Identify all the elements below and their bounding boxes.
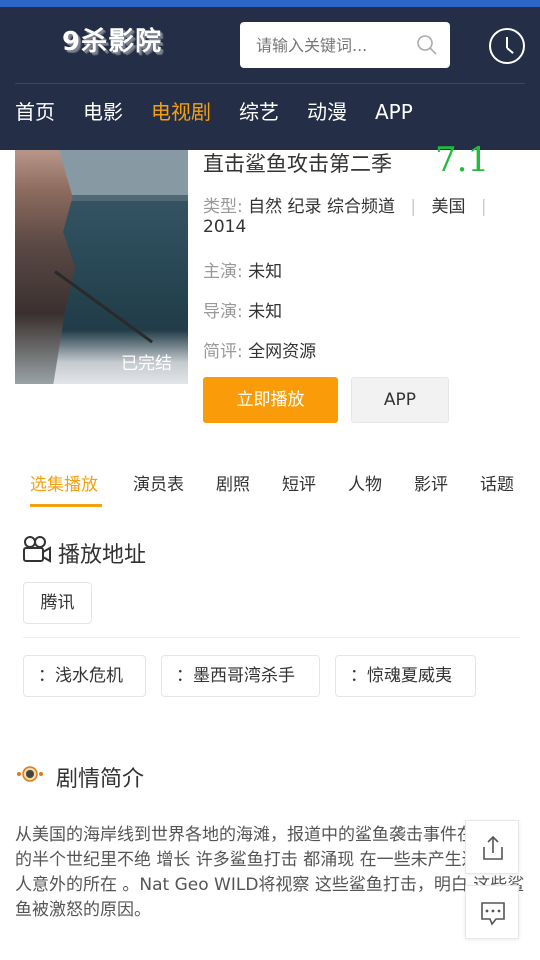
nav-item-anime[interactable]: 动漫 bbox=[307, 95, 347, 129]
actors-value: 未知 bbox=[248, 262, 283, 282]
synopsis-title: 剧情简介 bbox=[56, 767, 145, 792]
tab-characters[interactable]: 人物 bbox=[348, 470, 382, 495]
synopsis-text: 从美国的海岸线到世界各地的海滩，报道中的鲨鱼袭击事件在已往 的半个世纪里不绝 增… bbox=[15, 825, 525, 920]
comment-icon bbox=[481, 902, 505, 926]
review-label: 简评: bbox=[203, 342, 243, 362]
episode-button[interactable]: ：惊魂夏威夷 bbox=[335, 655, 476, 697]
separator: | bbox=[480, 197, 487, 217]
play-section-title: 播放地址 bbox=[58, 543, 147, 568]
history-clock-icon[interactable] bbox=[489, 28, 525, 64]
actors-row: 主演: 未知 bbox=[203, 257, 282, 282]
nav-item-home[interactable]: 首页 bbox=[15, 95, 55, 129]
content-tabs: 选集播放 演员表 剧照 短评 人物 影评 话题 bbox=[0, 462, 540, 508]
type-value[interactable]: 自然 纪录 综合频道 bbox=[248, 197, 395, 217]
separator: | bbox=[410, 197, 417, 217]
year-row: 2014 bbox=[203, 217, 246, 237]
show-title: 直击鲨鱼攻击第二季 bbox=[203, 152, 392, 176]
search-icon[interactable] bbox=[416, 34, 438, 56]
nav-item-tv[interactable]: 电视剧 bbox=[151, 95, 211, 129]
director-value: 未知 bbox=[248, 302, 283, 322]
comment-button[interactable] bbox=[465, 885, 519, 939]
episode-button[interactable]: ：墨西哥湾杀手 bbox=[161, 655, 320, 697]
poster-status-badge: 已完结 bbox=[121, 354, 172, 374]
main-nav: 首页 电影 电视剧 综艺 动漫 APP bbox=[0, 95, 540, 129]
search-input[interactable] bbox=[240, 22, 400, 68]
tab-topics[interactable]: 话题 bbox=[480, 470, 514, 495]
tab-cast[interactable]: 演员表 bbox=[133, 470, 184, 495]
top-accent-strip bbox=[0, 0, 540, 7]
share-icon bbox=[483, 835, 503, 860]
tab-reviews[interactable]: 影评 bbox=[414, 470, 448, 495]
actors-label: 主演: bbox=[203, 262, 243, 282]
episode-button[interactable]: ：浅水危机 bbox=[23, 655, 146, 697]
nav-item-variety[interactable]: 综艺 bbox=[239, 95, 279, 129]
site-logo[interactable]: 9杀影院 bbox=[62, 21, 162, 58]
director-row: 导演: 未知 bbox=[203, 297, 282, 322]
tab-stills[interactable]: 剧照 bbox=[216, 470, 250, 495]
region-value[interactable]: 美国 bbox=[432, 197, 466, 217]
tab-episodes[interactable]: 选集播放 bbox=[30, 470, 98, 495]
type-row: 类型: 自然 纪录 综合频道 | 美国 | bbox=[203, 192, 497, 217]
section-divider bbox=[23, 637, 520, 638]
director-label: 导演: bbox=[203, 302, 243, 322]
poster-image[interactable]: 已完结 bbox=[15, 150, 188, 384]
year-value[interactable]: 2014 bbox=[203, 217, 246, 237]
play-now-button[interactable]: 立即播放 bbox=[203, 377, 338, 423]
nav-item-movies[interactable]: 电影 bbox=[83, 95, 123, 129]
title-row: 直击鲨鱼攻击第二季 7.1 bbox=[203, 140, 533, 184]
review-row: 简评: 全网资源 bbox=[203, 337, 316, 362]
score: 7.1 bbox=[435, 140, 490, 180]
type-label: 类型: bbox=[203, 197, 243, 217]
app-button[interactable]: APP bbox=[351, 377, 449, 423]
tab-short-reviews[interactable]: 短评 bbox=[282, 470, 316, 495]
share-button[interactable] bbox=[465, 820, 519, 874]
site-header: 9杀影院 首页 电影 电视剧 综艺 动漫 APP bbox=[0, 7, 540, 150]
active-tab-indicator bbox=[30, 504, 102, 507]
video-camera-icon bbox=[23, 536, 51, 563]
header-divider bbox=[15, 83, 525, 84]
review-value: 全网资源 bbox=[248, 342, 317, 362]
source-tencent-button[interactable]: 腾讯 bbox=[23, 582, 92, 624]
search-box[interactable] bbox=[240, 22, 450, 68]
eye-icon bbox=[17, 766, 43, 782]
nav-item-app[interactable]: APP bbox=[375, 95, 413, 129]
